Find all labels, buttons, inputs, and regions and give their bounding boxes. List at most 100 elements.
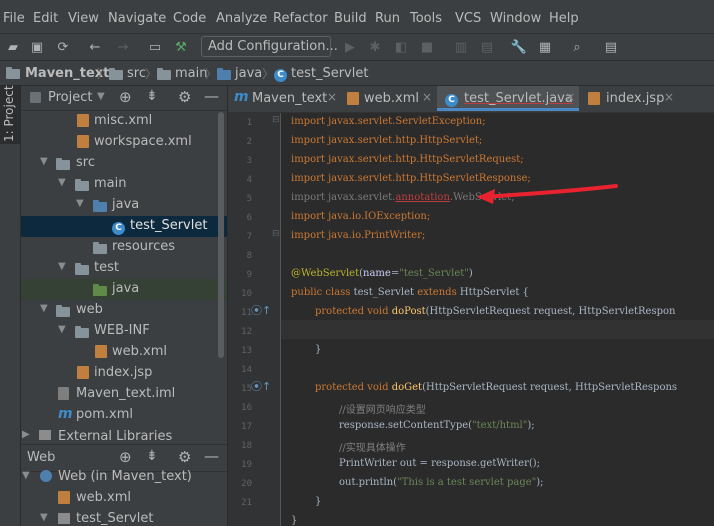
menu-help[interactable]: Help xyxy=(549,11,579,26)
project-structure-icon[interactable]: ▦ xyxy=(536,38,554,56)
menu-window[interactable]: Window xyxy=(490,11,541,26)
chevron-right-icon: 〉 xyxy=(262,67,275,81)
chevron-right-icon[interactable]: ▶ xyxy=(22,429,30,440)
line-number: 21 xyxy=(241,498,252,508)
breadcrumb-item-class[interactable]: test_Servlet xyxy=(291,66,368,81)
vcs-update-icon[interactable]: ▤ xyxy=(478,38,496,56)
breadcrumb-item-src[interactable]: src xyxy=(127,66,146,81)
editor-gutter[interactable]: 1 2 3 4 5 6 7 8 9 10 11 12 13 14 15 16 1… xyxy=(228,113,281,526)
search-icon[interactable]: ⌕ xyxy=(568,38,586,56)
web-tree-item-test-servlet[interactable]: ▼ test_Servlet xyxy=(21,509,227,526)
tab-test-servlet-java[interactable]: C test_Servlet.java × xyxy=(437,86,579,111)
tree-item-pom-xml[interactable]: m pom.xml xyxy=(21,405,227,426)
run-icon[interactable]: ▶ xyxy=(341,38,359,56)
chevron-down-icon[interactable]: ▼ xyxy=(58,324,66,335)
sync-icon[interactable]: ⟳ xyxy=(54,38,72,56)
chevron-down-icon[interactable]: ▼ xyxy=(97,91,105,102)
locate-target-icon[interactable]: ⊕ xyxy=(119,448,132,466)
tree-item-misc-xml[interactable]: misc.xml xyxy=(21,111,227,132)
close-icon[interactable]: × xyxy=(565,90,575,104)
chevron-down-icon[interactable]: ▼ xyxy=(58,261,66,272)
menu-view[interactable]: View xyxy=(68,11,99,26)
tree-item-test[interactable]: ▼ test xyxy=(21,258,227,279)
web-tree-item-web-xml[interactable]: web.xml xyxy=(21,488,227,509)
collapse-all-icon[interactable]: ⇟ xyxy=(146,448,158,464)
minimize-icon[interactable]: — xyxy=(204,447,219,465)
override-marker-icon[interactable]: ⦿↑ xyxy=(251,302,271,318)
open-folder-icon[interactable]: ▰ xyxy=(4,38,22,56)
tree-item-main[interactable]: ▼ main xyxy=(21,174,227,195)
gear-icon[interactable]: ⚙ xyxy=(178,448,191,466)
menu-analyze[interactable]: Analyze xyxy=(216,11,267,26)
tree-item-label: External Libraries xyxy=(58,429,173,444)
annotation-arrow-head xyxy=(477,189,495,204)
menu-refactor[interactable]: Refactor xyxy=(273,11,328,26)
chevron-down-icon[interactable]: ▼ xyxy=(76,198,84,209)
chevron-down-icon[interactable]: ▼ xyxy=(40,303,48,314)
menu-edit[interactable]: Edit xyxy=(33,11,58,26)
tree-item-label: workspace.xml xyxy=(94,134,192,149)
terminal-icon[interactable]: ▤ xyxy=(602,38,620,56)
breadcrumb-item-main[interactable]: main xyxy=(175,66,207,81)
tree-item-src[interactable]: ▼ src xyxy=(21,153,227,174)
close-icon[interactable]: × xyxy=(422,90,432,104)
tree-item-test-servlet-selected[interactable]: C test_Servlet xyxy=(21,216,227,237)
menu-run[interactable]: Run xyxy=(375,11,400,26)
stop-icon[interactable]: ■ xyxy=(418,38,436,56)
tree-item-web[interactable]: ▼ web xyxy=(21,300,227,321)
build-hammer-icon[interactable]: ⚒ xyxy=(172,38,190,56)
close-icon[interactable]: × xyxy=(664,90,674,104)
project-view-selector[interactable]: Project xyxy=(48,90,92,105)
breadcrumb-item-java[interactable]: java xyxy=(235,66,262,81)
chevron-down-icon[interactable]: ▼ xyxy=(40,512,48,523)
tree-item-external-libraries[interactable]: ▶ External Libraries xyxy=(21,426,227,444)
tree-item-label: java xyxy=(112,281,140,296)
override-marker-icon[interactable]: ⦿↑ xyxy=(251,378,271,394)
tree-item-java-source[interactable]: ▼ java xyxy=(21,195,227,216)
tree-item-index-jsp[interactable]: index.jsp xyxy=(21,363,227,384)
menu-tools[interactable]: Tools xyxy=(410,11,442,26)
tab-web-xml[interactable]: web.xml × xyxy=(342,86,435,111)
close-icon[interactable]: × xyxy=(327,90,337,104)
tree-item-web-inf[interactable]: ▼ WEB-INF xyxy=(21,321,227,342)
settings-wrench-icon[interactable]: 🔧 xyxy=(510,38,528,56)
code-editor[interactable]: import javax.servlet.ServletException; i… xyxy=(281,113,714,526)
maven-icon: m xyxy=(58,406,73,422)
web-panel-title: Web xyxy=(27,450,56,465)
tab-index-jsp[interactable]: index.jsp × xyxy=(581,86,679,111)
debug-icon[interactable]: ✱ xyxy=(366,38,384,56)
minimize-icon[interactable]: — xyxy=(204,87,219,105)
collapse-all-icon[interactable]: ⇟ xyxy=(146,88,158,104)
tree-item-label: test_Servlet xyxy=(76,511,154,526)
tree-item-workspace-xml[interactable]: workspace.xml xyxy=(21,132,227,153)
vcs-icon[interactable]: ▥ xyxy=(452,38,470,56)
tab-maven-text[interactable]: m Maven_text × xyxy=(228,86,341,111)
line-number: 17 xyxy=(241,422,252,432)
project-tool-tab-label[interactable]: 1: Project xyxy=(2,85,16,142)
coverage-icon[interactable]: ◧ xyxy=(392,38,410,56)
gear-icon[interactable]: ⚙ xyxy=(178,88,191,106)
menu-vcs[interactable]: VCS xyxy=(455,11,481,26)
tree-item-java-test[interactable]: java xyxy=(21,279,227,300)
fold-marker-icon[interactable]: ⊟ xyxy=(272,115,280,125)
back-icon[interactable]: ← xyxy=(86,38,104,56)
chevron-down-icon[interactable]: ▼ xyxy=(22,470,30,481)
tree-item-iml[interactable]: Maven_text.iml xyxy=(21,384,227,405)
project-scrollbar[interactable] xyxy=(218,112,224,358)
tree-item-web-xml[interactable]: web.xml xyxy=(21,342,227,363)
save-icon[interactable]: ▣ xyxy=(28,38,46,56)
tree-item-resources[interactable]: resources xyxy=(21,237,227,258)
web-tree-item-web[interactable]: ▼ Web (in Maven_text) xyxy=(21,467,227,488)
forward-icon[interactable]: → xyxy=(114,38,132,56)
menu-build[interactable]: Build xyxy=(334,11,367,26)
window-icon[interactable]: ▭ xyxy=(146,38,164,56)
chevron-down-icon[interactable]: ▼ xyxy=(58,177,66,188)
menu-navigate[interactable]: Navigate xyxy=(108,11,166,26)
locate-target-icon[interactable]: ⊕ xyxy=(119,88,132,106)
xml-file-icon xyxy=(95,345,107,362)
fold-marker-icon[interactable]: ⊟ xyxy=(272,229,280,239)
menu-file[interactable]: File xyxy=(3,11,25,26)
add-configuration-button[interactable]: Add Configuration... xyxy=(201,36,338,57)
chevron-down-icon[interactable]: ▼ xyxy=(40,156,48,167)
menu-code[interactable]: Code xyxy=(173,11,206,26)
